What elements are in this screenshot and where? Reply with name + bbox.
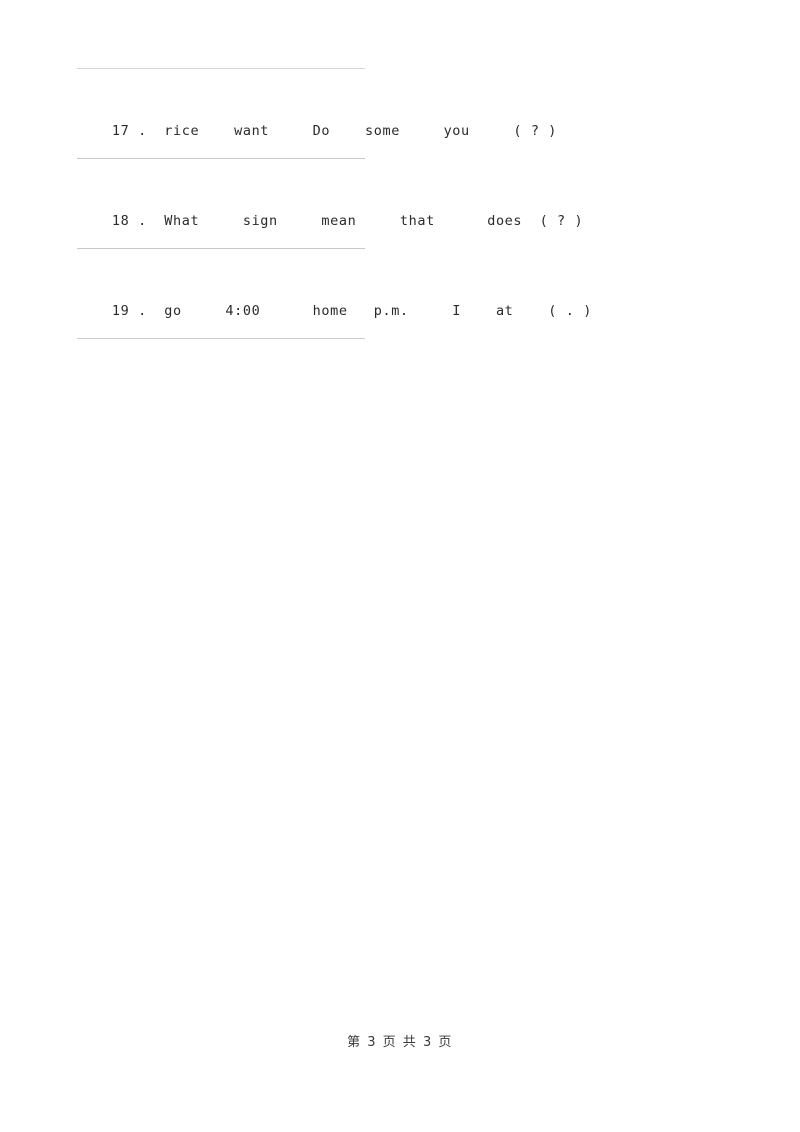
page-number-footer: 第 3 页 共 3 页 — [347, 1035, 453, 1050]
question-19-text: 19 . go 4:00 home p.m. I at ( . ) — [111, 303, 592, 319]
answer-rule-below-q17 — [77, 158, 365, 159]
answer-rule-above-q17 — [77, 68, 365, 69]
question-item-18: 18 . What sign mean that does ( ? ) — [77, 191, 737, 229]
question-item-17: 17 . rice want Do some you ( ? ) — [77, 101, 737, 139]
answer-rule-below-q19 — [77, 338, 365, 339]
document-page: 17 . rice want Do some you ( ? ) 18 . Wh… — [0, 0, 800, 1132]
question-17-text: 17 . rice want Do some you ( ? ) — [111, 123, 558, 139]
question-18-text: 18 . What sign mean that does ( ? ) — [111, 213, 584, 229]
question-item-19: 19 . go 4:00 home p.m. I at ( . ) — [77, 281, 737, 319]
answer-rule-below-q18 — [77, 248, 365, 249]
